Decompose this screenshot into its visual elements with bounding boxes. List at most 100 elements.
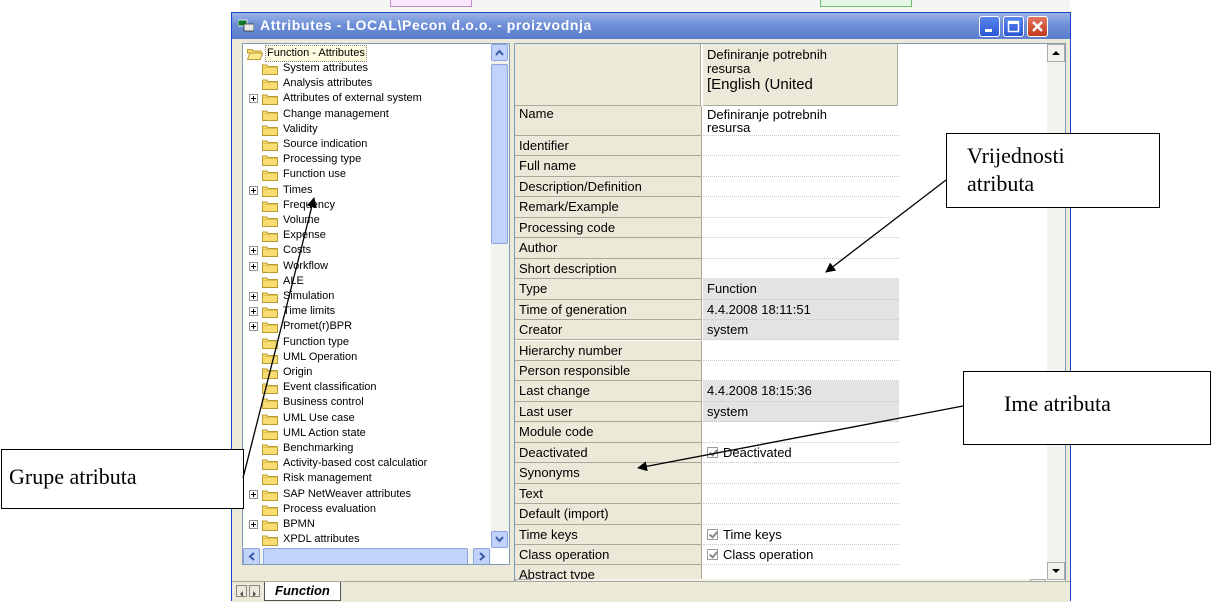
tree-item-label: Analysis attributes bbox=[283, 77, 373, 90]
attribute-value-cell[interactable]: 4.4.2008 18:15:36 bbox=[703, 381, 899, 402]
attribute-value-cell[interactable] bbox=[703, 177, 899, 198]
folder-icon bbox=[262, 292, 278, 303]
checkbox-checked-icon[interactable] bbox=[707, 528, 718, 540]
scroll-thumb[interactable] bbox=[263, 548, 468, 564]
attribute-name-cell[interactable]: Last change bbox=[515, 381, 702, 402]
tree-item-label: Benchmarking bbox=[283, 442, 354, 454]
attribute-name-cell[interactable]: Remark/Example bbox=[515, 197, 702, 218]
attribute-name-cell[interactable]: Processing code bbox=[515, 217, 702, 239]
attribute-name-cell[interactable]: Time keys bbox=[515, 524, 702, 545]
tree-vertical-scrollbar[interactable] bbox=[491, 44, 509, 548]
attribute-value-checkbox[interactable]: Deactivated bbox=[703, 443, 899, 464]
tree-item-label: SAP NetWeaver attributes bbox=[283, 487, 411, 500]
attribute-name-cell[interactable]: Hierarchy number bbox=[515, 340, 702, 361]
expand-icon[interactable] bbox=[249, 261, 258, 271]
minimize-button[interactable] bbox=[979, 16, 1000, 37]
grid-vertical-scrollbar[interactable] bbox=[1047, 44, 1065, 580]
column-header-line: Definiranje potrebnih bbox=[707, 47, 827, 62]
expand-icon[interactable] bbox=[249, 185, 258, 195]
attribute-value-cell[interactable]: Definiranje potrebnih resursa bbox=[703, 106, 899, 136]
expand-icon[interactable] bbox=[249, 292, 258, 301]
attribute-name-cell[interactable]: Short description bbox=[515, 258, 702, 280]
checkbox-checked-icon[interactable] bbox=[707, 446, 718, 458]
attribute-value-cell[interactable]: system bbox=[703, 320, 899, 341]
attribute-value-cell[interactable] bbox=[703, 422, 899, 443]
chevron-left-icon bbox=[248, 552, 255, 561]
window-title: Attributes - LOCAL\Pecon d.o.o. - proizv… bbox=[260, 17, 592, 33]
close-button[interactable] bbox=[1027, 16, 1048, 37]
attribute-name-cell[interactable]: Full name bbox=[515, 156, 702, 177]
attribute-name-cell[interactable]: Name bbox=[515, 106, 702, 136]
attribute-value-checkbox[interactable]: Class operation bbox=[703, 545, 899, 566]
expand-icon[interactable] bbox=[249, 246, 258, 256]
folder-icon bbox=[262, 231, 278, 243]
folder-icon bbox=[262, 125, 278, 136]
attribute-name-cell[interactable]: Description/Definition bbox=[515, 176, 702, 198]
attribute-value-cell[interactable] bbox=[703, 136, 899, 157]
attribute-value-cell[interactable] bbox=[703, 484, 899, 505]
tab-next-button[interactable] bbox=[249, 585, 260, 597]
attribute-name-cell[interactable]: Default (import) bbox=[515, 504, 702, 525]
attribute-value-cell[interactable] bbox=[703, 238, 899, 259]
attribute-value-checkbox[interactable]: Time keys bbox=[703, 525, 899, 545]
attribute-value-cell[interactable] bbox=[703, 218, 899, 239]
checkbox-label: Deactivated bbox=[723, 444, 792, 460]
attribute-value-cell[interactable] bbox=[703, 341, 899, 361]
title-bar[interactable]: Attributes - LOCAL\Pecon d.o.o. - proizv… bbox=[232, 13, 1070, 39]
attribute-name-cell[interactable]: Identifier bbox=[515, 136, 702, 157]
attribute-value-cell[interactable] bbox=[703, 361, 899, 382]
expand-icon[interactable] bbox=[249, 307, 258, 317]
scroll-up-button[interactable] bbox=[1047, 44, 1065, 62]
attribute-value-cell[interactable]: system bbox=[703, 401, 899, 423]
tab-prev-button[interactable] bbox=[236, 585, 247, 597]
tab-function[interactable]: Function bbox=[264, 582, 341, 601]
expand-icon[interactable] bbox=[249, 322, 258, 332]
attribute-name-cell[interactable]: Type bbox=[515, 279, 702, 300]
attribute-value-cell[interactable]: 4.4.2008 18:11:51 bbox=[703, 299, 899, 321]
scroll-down-button[interactable] bbox=[491, 531, 508, 548]
column-header-line: resursa bbox=[707, 61, 751, 76]
attribute-name-cell[interactable]: Text bbox=[515, 483, 702, 505]
attribute-name-cell[interactable]: Module code bbox=[515, 422, 702, 443]
attribute-value-cell[interactable] bbox=[703, 156, 899, 177]
folder-icon bbox=[262, 110, 278, 121]
folder-icon bbox=[262, 186, 278, 197]
scroll-left-button[interactable] bbox=[243, 548, 260, 564]
attribute-name-cell[interactable]: Deactivated bbox=[515, 442, 702, 464]
attribute-group-tree[interactable]: Function - Attributes System attributes An… bbox=[242, 43, 510, 565]
tree-item-label: Change management bbox=[283, 107, 389, 120]
attribute-name-cell[interactable]: Synonyms bbox=[515, 463, 702, 484]
scroll-thumb[interactable] bbox=[491, 64, 508, 244]
scroll-right-button[interactable] bbox=[473, 548, 490, 564]
tree-item-label: Volume bbox=[283, 214, 320, 226]
scroll-up-button[interactable] bbox=[491, 44, 508, 61]
attribute-value-cell[interactable] bbox=[703, 259, 899, 280]
expand-icon[interactable] bbox=[249, 520, 258, 529]
expand-icon[interactable] bbox=[249, 94, 258, 104]
tree-item-label: Costs bbox=[283, 244, 312, 257]
attribute-name-cell[interactable]: Creator bbox=[515, 320, 702, 341]
attribute-value-cell[interactable] bbox=[703, 463, 899, 484]
attribute-grid[interactable]: Definiranje potrebnih resursa [English (… bbox=[514, 43, 1066, 595]
maximize-button[interactable] bbox=[1003, 16, 1024, 37]
attribute-name-cell[interactable]: Last user bbox=[515, 401, 702, 423]
attribute-name-cell[interactable]: Class operation bbox=[515, 545, 702, 566]
chevron-left-icon bbox=[240, 591, 243, 597]
scroll-down-button[interactable] bbox=[1047, 562, 1065, 580]
tree-horizontal-scrollbar[interactable] bbox=[243, 548, 491, 564]
app-icon bbox=[238, 19, 254, 32]
attribute-value-cell[interactable] bbox=[703, 504, 899, 525]
attribute-name-cell[interactable]: Person responsible bbox=[515, 360, 702, 382]
folder-icon bbox=[262, 459, 278, 471]
attribute-value-cell[interactable] bbox=[703, 197, 899, 218]
folder-icon bbox=[262, 353, 278, 364]
attribute-name-cell[interactable]: Author bbox=[515, 238, 702, 259]
column-header[interactable]: Definiranje potrebnih resursa [English (… bbox=[703, 44, 898, 106]
expand-icon[interactable] bbox=[249, 489, 258, 499]
tree-item-label: XPDL attributes bbox=[283, 533, 360, 546]
checkbox-checked-icon[interactable] bbox=[707, 549, 718, 560]
attribute-name-cell[interactable]: Time of generation bbox=[515, 299, 702, 321]
attribute-value-cell[interactable]: Function bbox=[703, 279, 899, 300]
folder-icon bbox=[262, 94, 278, 106]
close-icon bbox=[1032, 21, 1043, 32]
